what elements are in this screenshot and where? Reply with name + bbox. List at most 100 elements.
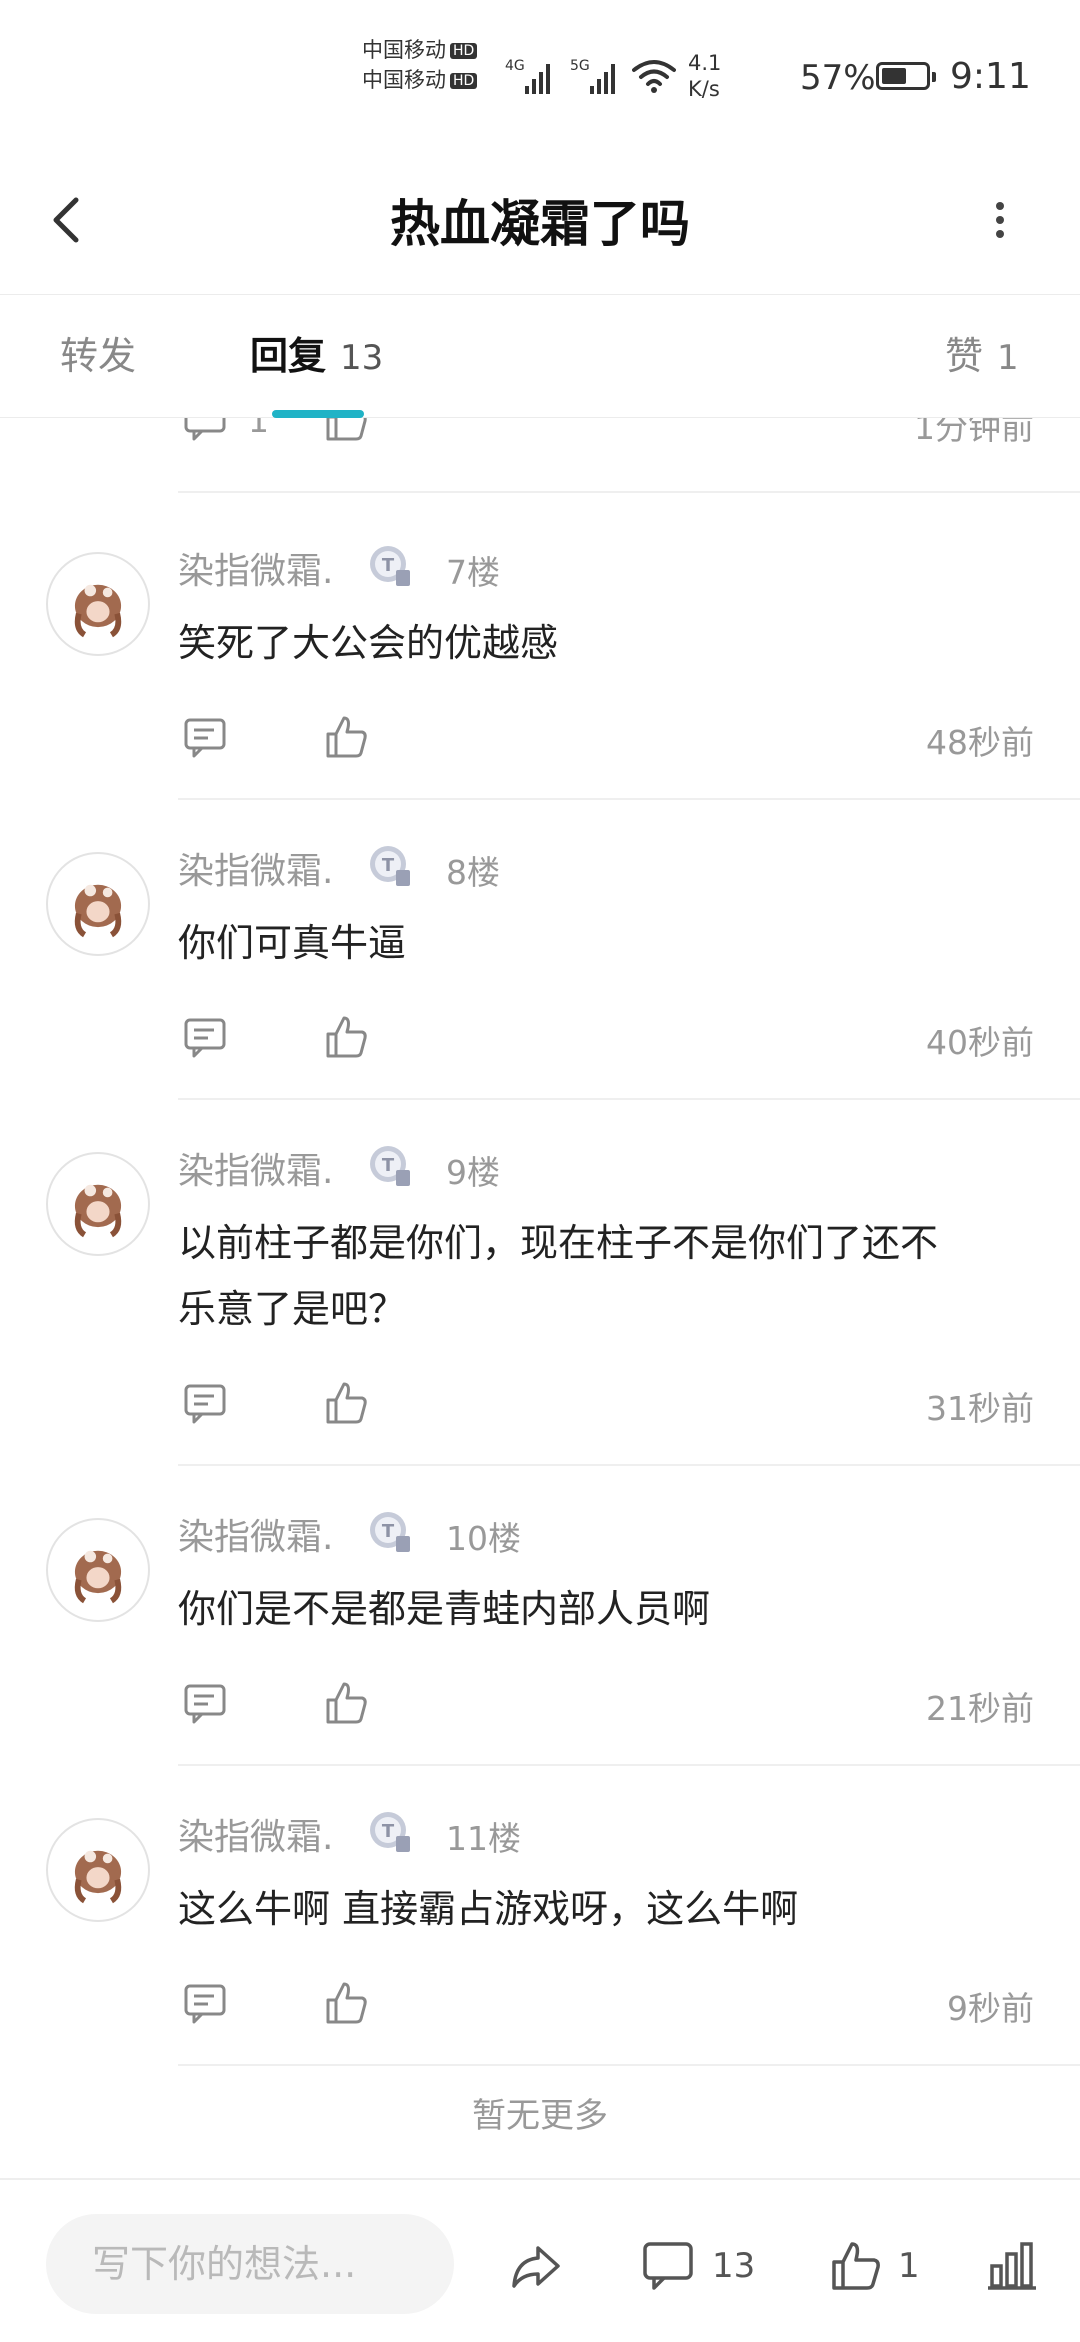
comment-icon[interactable] [180, 712, 230, 762]
reply-content-line: 这么牛啊 直接霸占游戏呀，这么牛啊 [178, 1887, 799, 1931]
reply-content-line: 以前柱子都是你们，现在柱子不是你们了还不 [178, 1221, 939, 1265]
avatar[interactable] [46, 552, 150, 656]
like-count: 1 [898, 2246, 920, 2286]
comment-icon[interactable] [180, 1978, 230, 2028]
reply-content: 以前柱子都是你们，现在柱子不是你们了还不 乐意了是吧？ [178, 1210, 1038, 1342]
svg-text:T: T [382, 1821, 395, 1842]
post-time: 48秒前 [926, 723, 1034, 762]
battery-fill [882, 68, 906, 84]
list-item: 染指微霜. T 11楼 这么牛啊 直接霸占游戏呀，这么牛啊 9秒前 [0, 1766, 1080, 2066]
thumbs-up-icon[interactable] [322, 712, 372, 762]
avatar[interactable] [46, 852, 150, 956]
floor-number: 7楼 [446, 553, 500, 592]
more-vertical-icon[interactable] [980, 190, 1020, 250]
thumbs-up-icon[interactable] [322, 418, 372, 445]
comment-count: 13 [712, 2246, 756, 2286]
hd-badge-2: HD [450, 73, 478, 89]
avatar[interactable] [46, 1818, 150, 1922]
tab-forward[interactable]: 转发 [60, 325, 136, 380]
level-badge-icon: T [370, 846, 410, 886]
username[interactable]: 染指微霜. [178, 842, 333, 894]
reply-list[interactable]: 1 1分钟前 染指微霜. T 7楼 笑死了大公会的优越感 48秒前 染指微霜. … [0, 418, 1080, 2168]
username[interactable]: 染指微霜. [178, 542, 333, 594]
floor-number: 11楼 [446, 1819, 521, 1858]
username[interactable]: 染指微霜. [178, 1508, 333, 1560]
list-item: 1 1分钟前 [0, 418, 1080, 493]
thumbs-up-icon[interactable] [322, 1378, 372, 1428]
floor-number: 9楼 [446, 1153, 500, 1192]
hd-badge-1: HD [450, 43, 478, 59]
level-badge-icon: T [370, 1512, 410, 1552]
comment-icon[interactable] [640, 2238, 696, 2294]
tab-reply-label: 回复 [250, 334, 327, 378]
floor-number: 10楼 [446, 1519, 521, 1558]
share-arrow-icon[interactable] [508, 2238, 564, 2294]
net-speed-value: 4.1 [688, 51, 722, 75]
status-time: 9:11 [950, 56, 1031, 97]
thumbs-up-icon[interactable] [322, 1012, 372, 1062]
post-time: 31秒前 [926, 1389, 1034, 1428]
post-time: 21秒前 [926, 1689, 1034, 1728]
tab-reply-count: 13 [340, 338, 384, 378]
no-more-label: 暂无更多 [472, 2096, 608, 2136]
reply-content: 这么牛啊 直接霸占游戏呀，这么牛啊 [178, 1876, 1038, 1942]
svg-text:T: T [382, 855, 395, 876]
avatar[interactable] [46, 1518, 150, 1622]
network-type-2: 5G [570, 58, 590, 74]
carrier-1-label: 中国移动 [362, 38, 446, 62]
battery-icon [876, 62, 936, 90]
level-badge-icon: T [370, 1812, 410, 1852]
avatar-image [74, 1550, 122, 1604]
list-item: 染指微霜. T 10楼 你们是不是都是青蛙内部人员啊 21秒前 [0, 1466, 1080, 1766]
thumbs-up-icon[interactable] [322, 1978, 372, 2028]
signal-1-icon [525, 60, 550, 94]
bar-chart-icon[interactable] [984, 2238, 1040, 2294]
avatar-image [74, 584, 122, 638]
thumbs-up-icon[interactable] [828, 2238, 884, 2294]
post-time: 1分钟前 [914, 418, 1034, 447]
comment-icon[interactable] [180, 1378, 230, 1428]
post-time: 9秒前 [947, 1989, 1034, 2028]
tab-like[interactable]: 赞1 [945, 325, 1019, 380]
post-time: 40秒前 [926, 1023, 1034, 1062]
net-speed: 4.1 K/s [688, 50, 721, 102]
comment-icon[interactable] [180, 1678, 230, 1728]
comment-icon[interactable] [180, 418, 230, 445]
tab-like-label: 赞 [945, 334, 984, 378]
network-type-1: 4G [505, 58, 525, 74]
comment-input[interactable]: 写下你的想法... [46, 2214, 454, 2314]
tab-bar: 转发 回复 13 赞1 [0, 295, 1080, 418]
net-speed-unit: K/s [688, 77, 720, 101]
carrier-1: 中国移动 HD [362, 34, 478, 64]
level-badge-icon: T [370, 1146, 410, 1186]
avatar-image [74, 884, 122, 938]
floor-number: 8楼 [446, 853, 500, 892]
page-title: 热血凝霜了吗 [390, 195, 690, 253]
tab-forward-label: 转发 [60, 334, 137, 378]
carrier-2-label: 中国移动 [362, 68, 446, 92]
thumbs-up-icon[interactable] [322, 1678, 372, 1728]
bottom-bar: 写下你的想法... 13 1 [0, 2178, 1080, 2342]
svg-text:T: T [382, 1155, 395, 1176]
reply-content: 你们可真牛逼 [178, 910, 1038, 976]
reply-content-line: 你们可真牛逼 [178, 921, 407, 965]
tab-active-indicator [272, 410, 364, 418]
list-item: 染指微霜. T 7楼 笑死了大公会的优越感 48秒前 [0, 500, 1080, 800]
reply-content-line: 乐意了是吧？ [178, 1287, 407, 1331]
svg-text:T: T [382, 1521, 395, 1542]
tab-reply[interactable]: 回复 13 [250, 325, 383, 380]
reply-content-line: 笑死了大公会的优越感 [178, 621, 559, 665]
avatar[interactable] [46, 1152, 150, 1256]
svg-text:T: T [382, 555, 395, 576]
username[interactable]: 染指微霜. [178, 1808, 333, 1860]
username[interactable]: 染指微霜. [178, 1142, 333, 1194]
reply-content-line: 你们是不是都是青蛙内部人员啊 [178, 1587, 711, 1631]
avatar-image [74, 1850, 122, 1904]
list-item: 染指微霜. T 8楼 你们可真牛逼 40秒前 [0, 800, 1080, 1100]
signal-2-icon [590, 60, 615, 94]
wifi-icon [632, 60, 676, 93]
nav-bar: 热血凝霜了吗 [0, 150, 1080, 295]
battery-percent: 57% [800, 58, 876, 98]
comment-icon[interactable] [180, 1012, 230, 1062]
carrier-2: 中国移动 HD [362, 64, 478, 94]
